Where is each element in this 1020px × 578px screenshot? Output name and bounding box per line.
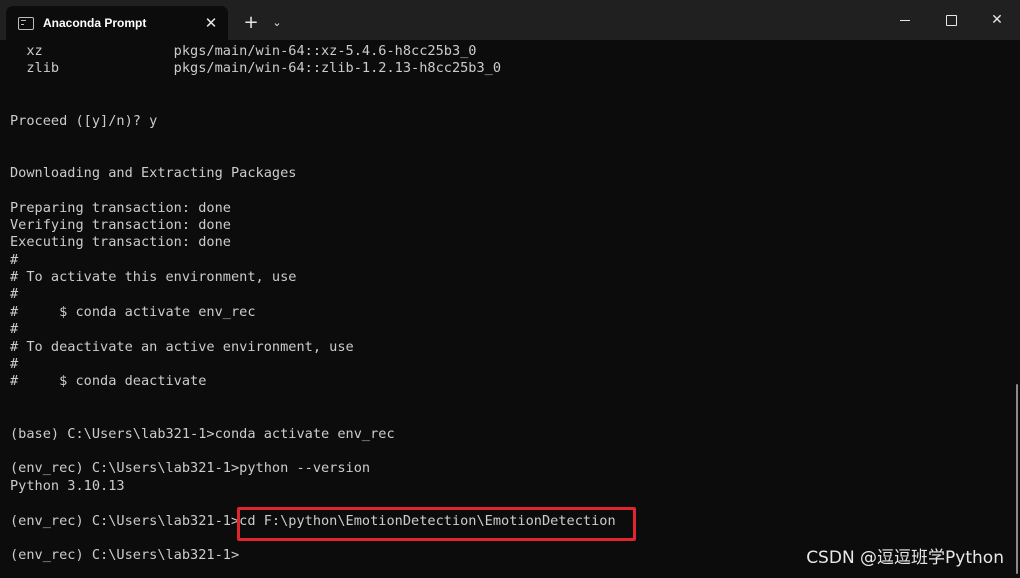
- terminal-line: xz pkgs/main/win-64::xz-5.4.6-h8cc25b3_0: [10, 43, 477, 59]
- title-bar-drag-area[interactable]: [288, 0, 882, 40]
- terminal-line: # $ conda activate env_rec: [10, 303, 256, 320]
- tab-anaconda-prompt[interactable]: Anaconda Prompt ✕: [6, 6, 228, 40]
- terminal-line: #: [10, 251, 19, 268]
- minimize-button[interactable]: [882, 0, 928, 40]
- terminal-line: Downloading and Extracting Packages: [10, 164, 297, 181]
- highlight-box: [237, 507, 636, 541]
- terminal-output[interactable]: xz pkgs/main/win-64::xz-5.4.6-h8cc25b3_0…: [10, 43, 1000, 565]
- watermark: CSDN @逗逗班学Python: [806, 548, 1004, 568]
- terminal-line: # $ conda deactivate: [10, 373, 207, 390]
- terminal-icon: [18, 16, 34, 30]
- terminal-line: Python 3.10.13: [10, 477, 125, 494]
- tab-title: Anaconda Prompt: [43, 16, 147, 30]
- scrollbar[interactable]: [1016, 384, 1018, 574]
- new-tab-button[interactable]: +: [236, 4, 266, 40]
- terminal-line: (env_rec) C:\Users\lab321-1>python --ver…: [10, 460, 371, 477]
- terminal-line: # To deactivate an active environment, u…: [10, 338, 354, 355]
- close-icon: ✕: [991, 12, 1003, 28]
- terminal-line: # To activate this environment, use: [10, 269, 297, 286]
- terminal-line: #: [10, 356, 19, 373]
- maximize-icon: [945, 14, 957, 26]
- terminal-line: Preparing transaction: done: [10, 199, 231, 216]
- tab-close-button[interactable]: ✕: [198, 10, 224, 36]
- terminal-line: (base) C:\Users\lab321-1>conda activate …: [10, 425, 395, 442]
- terminal-line: Executing transaction: done: [10, 234, 231, 251]
- terminal-line: zlib pkgs/main/win-64::zlib-1.2.13-h8cc2…: [10, 60, 502, 77]
- minimize-icon: [900, 19, 910, 21]
- terminal-line: #: [10, 321, 19, 338]
- maximize-button[interactable]: [928, 0, 974, 40]
- tab-dropdown-button[interactable]: ⌄: [266, 4, 288, 40]
- terminal-line: Proceed ([y]/n)? y: [10, 112, 158, 129]
- close-window-button[interactable]: ✕: [974, 0, 1020, 40]
- terminal-line: #: [10, 286, 19, 303]
- title-bar: Anaconda Prompt ✕ + ⌄ ✕: [0, 0, 1020, 40]
- terminal-line: Verifying transaction: done: [10, 216, 231, 233]
